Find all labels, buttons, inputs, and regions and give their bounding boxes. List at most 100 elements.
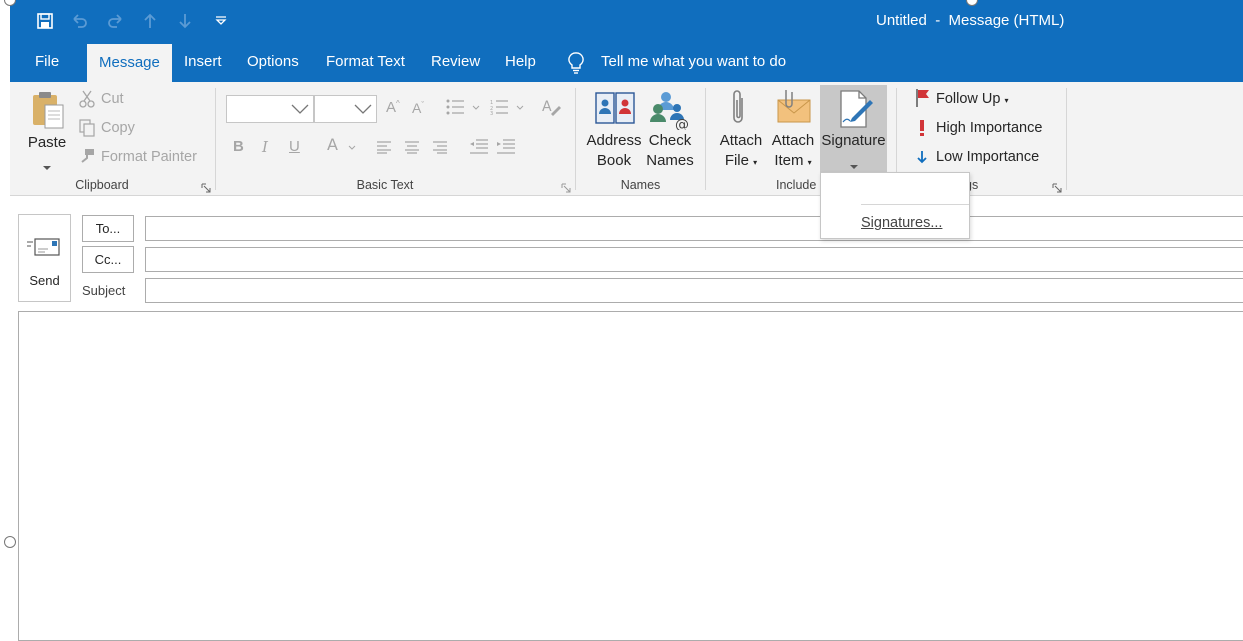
tab-insert[interactable]: Insert	[172, 42, 234, 82]
attach-item-label-1[interactable]: Attach	[767, 131, 819, 151]
customize-qat-icon[interactable]	[208, 8, 234, 34]
shrink-font-icon[interactable]: Aˇ	[412, 100, 424, 116]
copy-icon	[79, 119, 95, 142]
address-book-label-1[interactable]: Address	[585, 131, 643, 151]
attach-file-label-1[interactable]: Attach	[716, 131, 766, 151]
attach-file-label-2[interactable]: File ▾	[716, 151, 766, 173]
chevron-down-icon: ▾	[753, 158, 758, 167]
group-label-include: Include	[776, 178, 817, 192]
chevron-down-icon: ▾	[1004, 96, 1009, 105]
signatures-menu-item[interactable]: Signatures...	[861, 215, 942, 231]
underline-icon[interactable]: U	[289, 138, 300, 155]
font-name-combo[interactable]	[226, 95, 314, 123]
increase-indent-icon[interactable]	[496, 139, 516, 160]
paste-dropdown-icon[interactable]	[43, 158, 51, 176]
undo-icon[interactable]	[67, 8, 93, 34]
tab-message[interactable]: Message	[87, 44, 172, 82]
to-button[interactable]: To...	[82, 215, 134, 242]
clear-formatting-icon[interactable]: A	[542, 98, 562, 121]
tab-options[interactable]: Options	[235, 42, 311, 82]
up-arrow-icon[interactable]	[137, 8, 163, 34]
svg-text:A: A	[327, 136, 338, 154]
font-size-combo[interactable]	[314, 95, 377, 123]
high-importance-button[interactable]: High Importance	[936, 120, 1042, 136]
group-label-basic-text: Basic Text	[356, 178, 414, 192]
check-names-icon: @	[649, 90, 691, 135]
window-title: Untitled - Message (HTML)	[876, 12, 1065, 29]
address-book-label-2[interactable]: Book	[585, 151, 643, 171]
paste-button[interactable]: Paste	[26, 133, 68, 153]
outlook-message-window: Untitled - Message (HTML) File Message I…	[10, 0, 1243, 641]
high-importance-icon	[918, 119, 926, 142]
redo-icon[interactable]	[102, 8, 128, 34]
cc-field[interactable]	[145, 247, 1243, 272]
ribbon: Paste Cut Copy Format Painter Clipboard	[10, 82, 1243, 196]
down-arrow-icon[interactable]	[172, 8, 198, 34]
resize-handle[interactable]	[4, 536, 16, 548]
tab-help[interactable]: Help	[493, 42, 548, 82]
format-painter-button[interactable]: Format Painter	[101, 149, 197, 165]
cut-button[interactable]: Cut	[101, 91, 124, 107]
attach-item-text: Item	[774, 152, 804, 169]
paste-icon[interactable]	[30, 90, 66, 135]
bold-icon[interactable]: B	[233, 138, 244, 155]
low-importance-button[interactable]: Low Importance	[936, 149, 1039, 165]
subject-label: Subject	[82, 283, 126, 298]
align-left-icon[interactable]	[376, 140, 392, 159]
send-icon	[26, 237, 62, 262]
send-label: Send	[29, 273, 60, 288]
align-center-icon[interactable]	[404, 140, 420, 159]
group-label-names: Names	[620, 178, 661, 192]
ribbon-tab-row: File Message Insert Options Format Text …	[10, 42, 1243, 82]
subject-field[interactable]	[145, 278, 1243, 303]
address-book-icon	[595, 90, 635, 131]
group-separator	[705, 88, 706, 190]
check-names-label-1[interactable]: Check	[644, 131, 696, 151]
clipboard-launcher-icon[interactable]	[201, 180, 211, 193]
group-separator	[215, 88, 216, 190]
send-button[interactable]: Send	[18, 214, 71, 302]
numbering-icon[interactable]: 123	[490, 99, 524, 120]
font-color-icon[interactable]: A	[327, 135, 357, 161]
title-bar: Untitled - Message (HTML)	[10, 0, 1243, 42]
attach-item-label-2[interactable]: Item ▾	[767, 151, 819, 173]
paperclip-icon	[730, 88, 746, 133]
tab-file[interactable]: File	[23, 42, 71, 82]
chevron-down-icon	[291, 104, 309, 114]
lightbulb-icon[interactable]	[568, 52, 584, 79]
attach-item-icon	[776, 88, 812, 129]
decrease-indent-icon[interactable]	[469, 139, 489, 160]
flag-icon	[915, 88, 931, 113]
tab-review[interactable]: Review	[419, 42, 492, 82]
attach-file-text: File	[724, 152, 749, 169]
signature-label[interactable]: Signature	[820, 131, 887, 151]
check-names-label-2[interactable]: Names	[644, 151, 696, 171]
signatures-menu-item-text: Signatures...	[861, 215, 943, 231]
chevron-down-icon	[354, 104, 372, 114]
tags-launcher-icon[interactable]	[1052, 180, 1062, 193]
follow-up-button[interactable]: Follow Up ▾	[936, 91, 1009, 107]
group-separator	[575, 88, 576, 190]
signature-icon	[838, 90, 874, 133]
italic-icon[interactable]: I	[262, 138, 268, 156]
to-field[interactable]	[145, 216, 1243, 241]
tab-format-text[interactable]: Format Text	[314, 42, 417, 82]
signature-dropdown-menu: Signatures...	[820, 172, 970, 239]
scissors-icon	[79, 90, 95, 113]
align-right-icon[interactable]	[432, 140, 448, 159]
cc-button[interactable]: Cc...	[82, 246, 134, 273]
save-icon[interactable]	[32, 8, 58, 34]
message-body-editor[interactable]	[18, 311, 1243, 641]
follow-up-text: Follow Up	[936, 91, 1001, 107]
basic-text-launcher-icon[interactable]	[561, 180, 571, 193]
copy-button[interactable]: Copy	[101, 120, 135, 136]
group-label-clipboard: Clipboard	[75, 178, 129, 192]
menu-separator	[861, 204, 969, 205]
tell-me-search[interactable]: Tell me what you want to do	[601, 42, 786, 82]
chevron-down-icon: ▾	[807, 158, 812, 167]
grow-font-icon[interactable]: A^	[386, 99, 400, 116]
svg-text:@: @	[675, 117, 689, 130]
svg-text:A: A	[542, 99, 552, 115]
bullets-icon[interactable]	[446, 99, 480, 120]
format-painter-icon	[79, 148, 95, 169]
